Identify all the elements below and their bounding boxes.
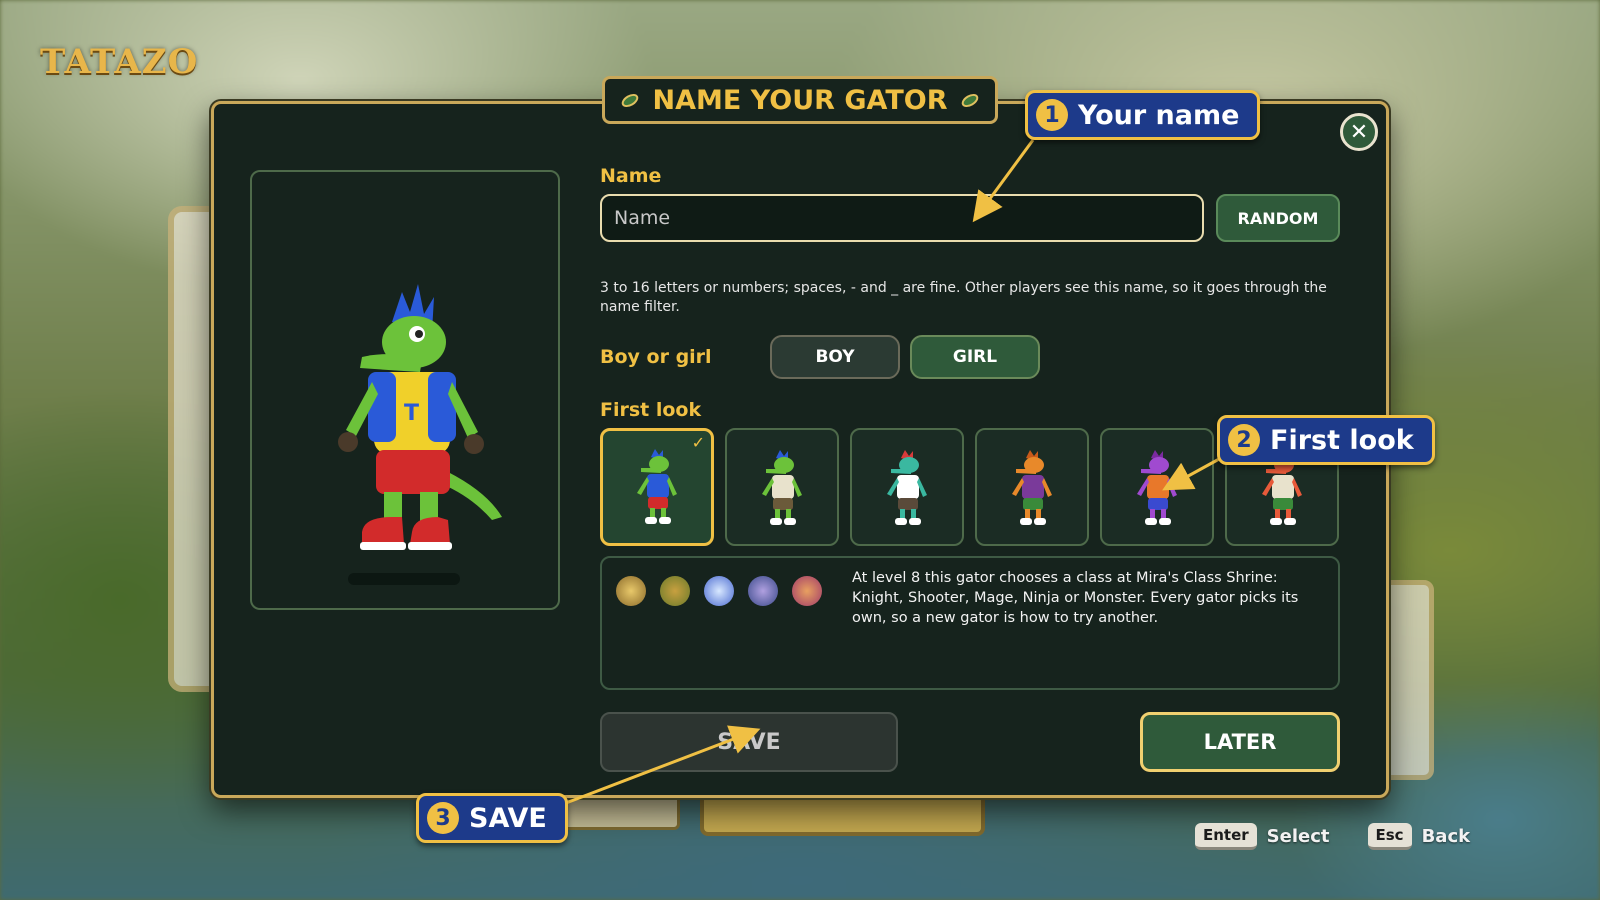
- first-look-label: First look: [600, 399, 702, 421]
- callout-save: 3 SAVE: [416, 793, 568, 843]
- select-hint: Select: [1266, 825, 1330, 847]
- boy-button[interactable]: BOY: [770, 335, 900, 379]
- look-option[interactable]: [1100, 428, 1214, 546]
- mage-icon: [704, 576, 734, 606]
- character-preview: T: [250, 170, 560, 610]
- look-option[interactable]: [725, 428, 839, 546]
- callout-number: 1: [1036, 99, 1068, 131]
- callout-text: SAVE: [469, 802, 547, 834]
- shooter-icon: [660, 576, 690, 606]
- enter-key-icon: Enter: [1195, 822, 1257, 850]
- gator-look-figure: [887, 450, 927, 525]
- check-icon: ✓: [691, 433, 705, 452]
- monster-icon: [792, 576, 822, 606]
- dialog-title: NAME YOUR GATOR: [652, 84, 948, 116]
- look-option[interactable]: [850, 428, 964, 546]
- callout-number: 3: [427, 802, 459, 834]
- game-logo: TATAZO: [40, 42, 199, 82]
- key-hints: Enter Select Esc Back: [1195, 822, 1470, 850]
- callout-number: 2: [1228, 424, 1260, 456]
- callout-your-name: 1 Your name: [1025, 90, 1261, 140]
- gator-look-figure: [1137, 450, 1177, 525]
- leaf-icon: [959, 90, 982, 110]
- later-button[interactable]: LATER: [1140, 712, 1340, 772]
- preview-floor-shadow: [348, 573, 460, 585]
- save-button[interactable]: SAVE: [600, 712, 898, 772]
- close-icon: ✕: [1349, 119, 1369, 145]
- esc-key-icon: Esc: [1367, 822, 1412, 850]
- random-name-button[interactable]: RANDOM: [1216, 194, 1340, 242]
- name-label: Name: [600, 165, 662, 187]
- gator-look-figure: [637, 449, 677, 524]
- knight-icon: [616, 576, 646, 606]
- callout-text: Your name: [1078, 99, 1240, 131]
- name-help-text: 3 to 16 letters or numbers; spaces, - an…: [600, 280, 1327, 315]
- dialog-title-banner: NAME YOUR GATOR: [602, 76, 998, 124]
- ninja-icon: [748, 576, 778, 606]
- gender-label: Boy or girl: [600, 346, 712, 368]
- gator-look-figure: [762, 450, 802, 525]
- class-info-box: At level 8 this gator chooses a class at…: [600, 556, 1340, 690]
- callout-text: First look: [1270, 424, 1414, 456]
- look-option[interactable]: [975, 428, 1089, 546]
- close-button[interactable]: ✕: [1340, 113, 1378, 151]
- gator-look-figure: [1012, 450, 1052, 525]
- callout-first-look: 2 First look: [1217, 415, 1435, 465]
- svg-text:T: T: [404, 401, 419, 426]
- name-input[interactable]: [600, 194, 1204, 242]
- girl-button[interactable]: GIRL: [910, 335, 1040, 379]
- look-option[interactable]: ✓: [600, 428, 714, 546]
- leaf-icon: [618, 90, 641, 110]
- gator-preview-figure: T: [338, 284, 502, 550]
- class-description: At level 8 this gator chooses a class at…: [852, 570, 1299, 626]
- back-hint: Back: [1421, 825, 1471, 847]
